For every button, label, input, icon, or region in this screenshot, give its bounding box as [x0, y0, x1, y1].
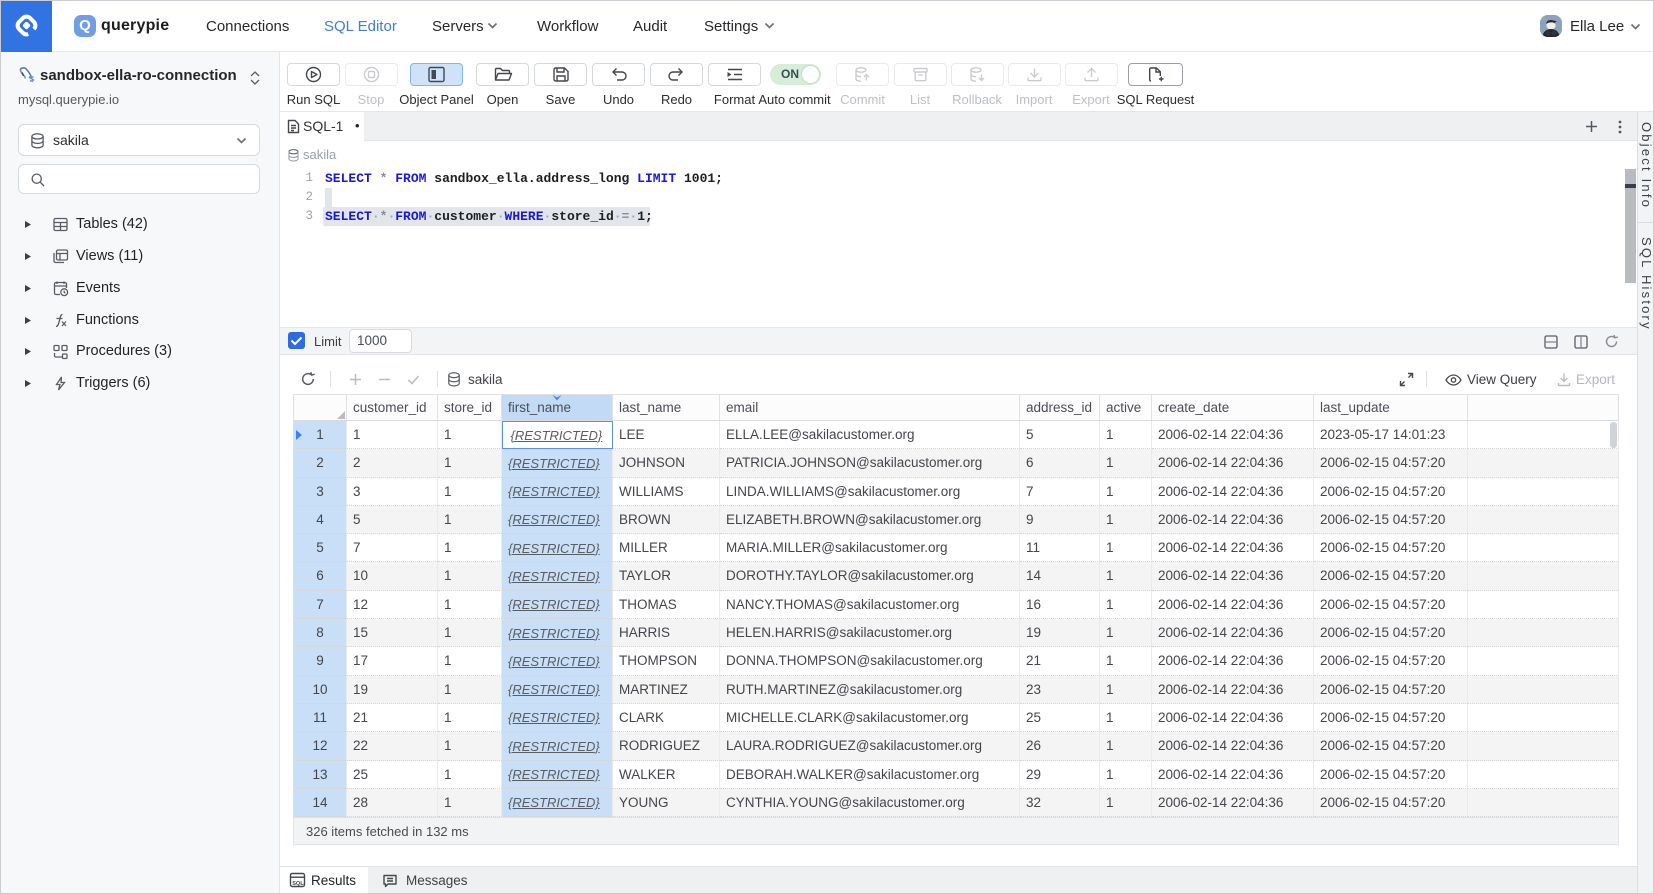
- svg-text:SQL: SQL: [292, 881, 304, 887]
